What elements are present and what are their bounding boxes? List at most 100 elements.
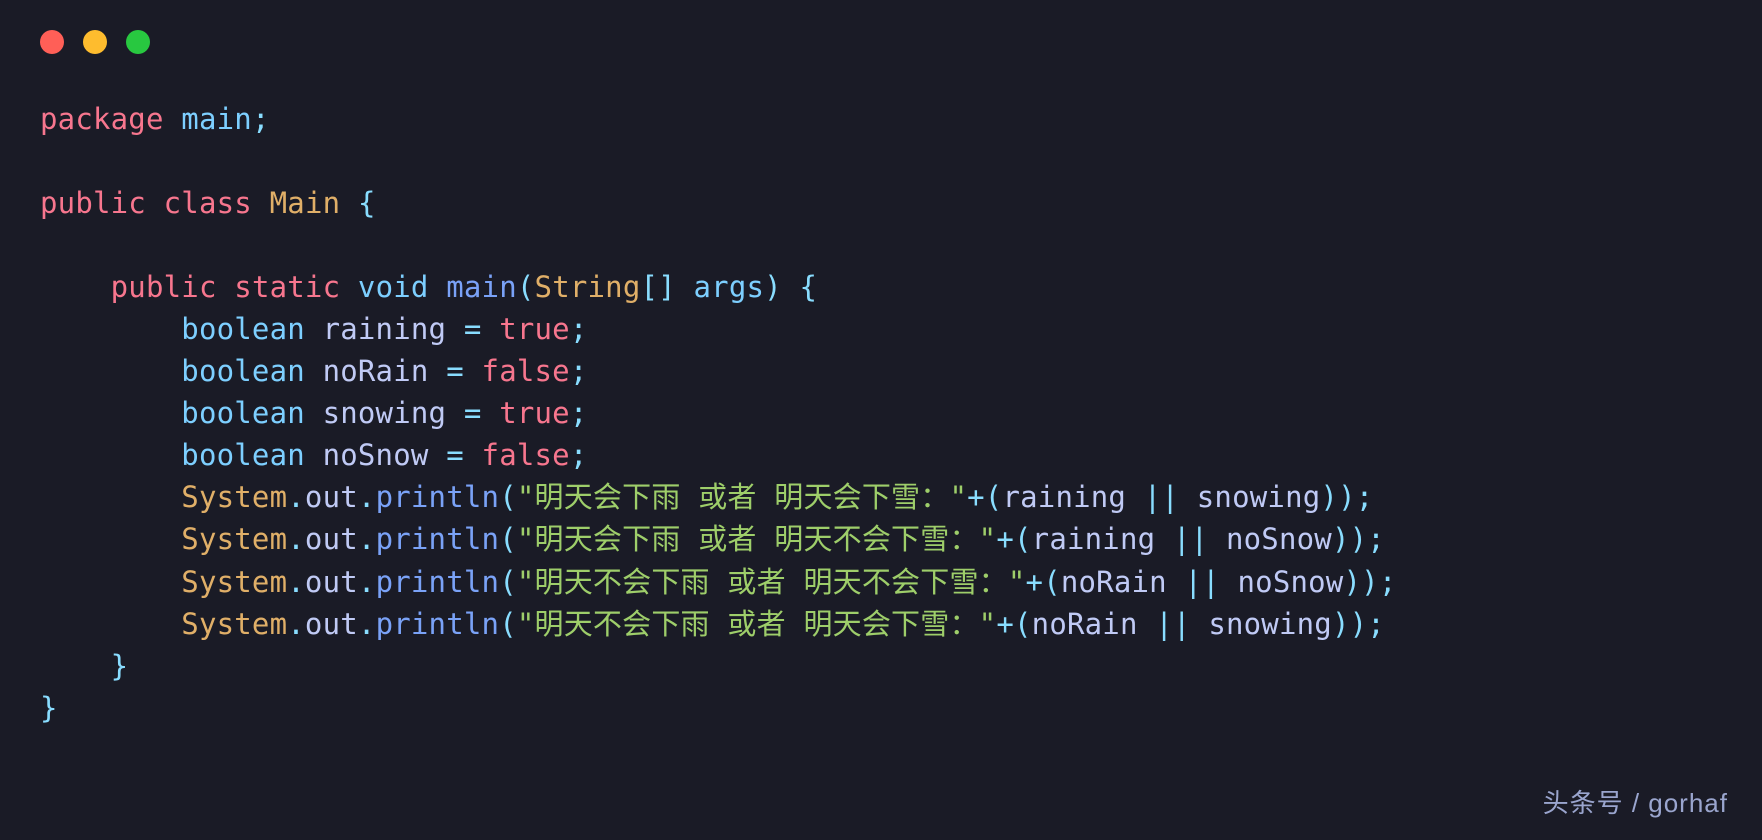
semi: ; <box>570 438 588 472</box>
kw-boolean: boolean <box>181 438 305 472</box>
fn-println: println <box>376 565 500 599</box>
eq: = <box>429 354 482 388</box>
rparen: ) <box>1338 480 1356 514</box>
str4: "明天不会下雨 或者 明天会下雪：" <box>517 607 996 641</box>
footer-credit: 头条号 / gorhaf <box>1543 783 1728 820</box>
semi: ; <box>570 396 588 430</box>
arg: noSnow <box>1238 565 1344 599</box>
kw-boolean: boolean <box>181 354 305 388</box>
out: out <box>305 522 358 556</box>
plus: + <box>996 607 1014 641</box>
var-nosnow: noSnow <box>323 438 429 472</box>
var-raining: raining <box>323 312 447 346</box>
dot: . <box>358 607 376 641</box>
type-string: String <box>535 270 641 304</box>
kw-public: public <box>111 270 217 304</box>
arg: noRain <box>1061 565 1167 599</box>
str3: "明天不会下雨 或者 明天不会下雪：" <box>517 565 1026 599</box>
semi: ; <box>570 354 588 388</box>
or: || <box>1185 565 1220 599</box>
fn-println: println <box>376 480 500 514</box>
fn-println: println <box>376 522 500 556</box>
dot: . <box>358 565 376 599</box>
plus: + <box>996 522 1014 556</box>
or: || <box>1144 480 1179 514</box>
rparen: ) <box>1320 480 1338 514</box>
var-snowing: snowing <box>323 396 447 430</box>
eq: = <box>446 396 499 430</box>
kw-static: static <box>234 270 340 304</box>
semi: ; <box>570 312 588 346</box>
rparen: ) <box>1332 522 1350 556</box>
arg: raining <box>1032 522 1156 556</box>
dot: . <box>287 522 305 556</box>
arg: raining <box>1002 480 1126 514</box>
arg: noRain <box>1032 607 1138 641</box>
lparen: ( <box>1014 522 1032 556</box>
rparen: ) <box>1361 565 1379 599</box>
package-name: main <box>181 102 252 136</box>
kw-void: void <box>358 270 429 304</box>
semi: ; <box>1356 480 1374 514</box>
lit-true: true <box>499 396 570 430</box>
lparen: ( <box>985 480 1003 514</box>
window-controls <box>0 0 1762 54</box>
sys: System <box>181 565 287 599</box>
param-args: args <box>694 270 765 304</box>
lit-true: true <box>499 312 570 346</box>
lbrace: { <box>358 186 376 220</box>
rparen: ) <box>1350 522 1368 556</box>
plus: + <box>967 480 985 514</box>
sys: System <box>181 607 287 641</box>
plus: + <box>1026 565 1044 599</box>
lparen: ( <box>517 270 535 304</box>
kw-public: public <box>40 186 146 220</box>
lparen: ( <box>1043 565 1061 599</box>
close-icon[interactable] <box>40 30 64 54</box>
lparen: ( <box>1014 607 1032 641</box>
fn-main: main <box>446 270 517 304</box>
kw-class: class <box>164 186 252 220</box>
rparen: ) <box>1343 565 1361 599</box>
semi: ; <box>1367 522 1385 556</box>
minimize-icon[interactable] <box>83 30 107 54</box>
arg: noSnow <box>1226 522 1332 556</box>
lparen: ( <box>499 522 517 556</box>
rparen: ) <box>1350 607 1368 641</box>
lbrace: { <box>800 270 818 304</box>
out: out <box>305 480 358 514</box>
dot: . <box>358 522 376 556</box>
rbrace: } <box>40 691 58 725</box>
dot: . <box>287 565 305 599</box>
out: out <box>305 565 358 599</box>
or: || <box>1155 607 1190 641</box>
kw-boolean: boolean <box>181 312 305 346</box>
rparen: ) <box>764 270 782 304</box>
lit-false: false <box>482 354 570 388</box>
out: out <box>305 607 358 641</box>
sys: System <box>181 522 287 556</box>
eq: = <box>446 312 499 346</box>
kw-boolean: boolean <box>181 396 305 430</box>
semi: ; <box>252 102 270 136</box>
arg: snowing <box>1208 607 1332 641</box>
semi: ; <box>1367 607 1385 641</box>
semi: ; <box>1379 565 1397 599</box>
brackets: [] <box>641 270 676 304</box>
kw-package: package <box>40 102 164 136</box>
lparen: ( <box>499 607 517 641</box>
lparen: ( <box>499 480 517 514</box>
arg: snowing <box>1197 480 1321 514</box>
rbrace: } <box>111 649 129 683</box>
str2: "明天会下雨 或者 明天不会下雪：" <box>517 522 996 556</box>
class-name: Main <box>270 186 341 220</box>
sys: System <box>181 480 287 514</box>
dot: . <box>287 480 305 514</box>
dot: . <box>358 480 376 514</box>
str1: "明天会下雨 或者 明天会下雪：" <box>517 480 967 514</box>
var-norain: noRain <box>323 354 429 388</box>
code-block: package main; public class Main { public… <box>0 54 1762 729</box>
lit-false: false <box>482 438 570 472</box>
eq: = <box>429 438 482 472</box>
zoom-icon[interactable] <box>126 30 150 54</box>
